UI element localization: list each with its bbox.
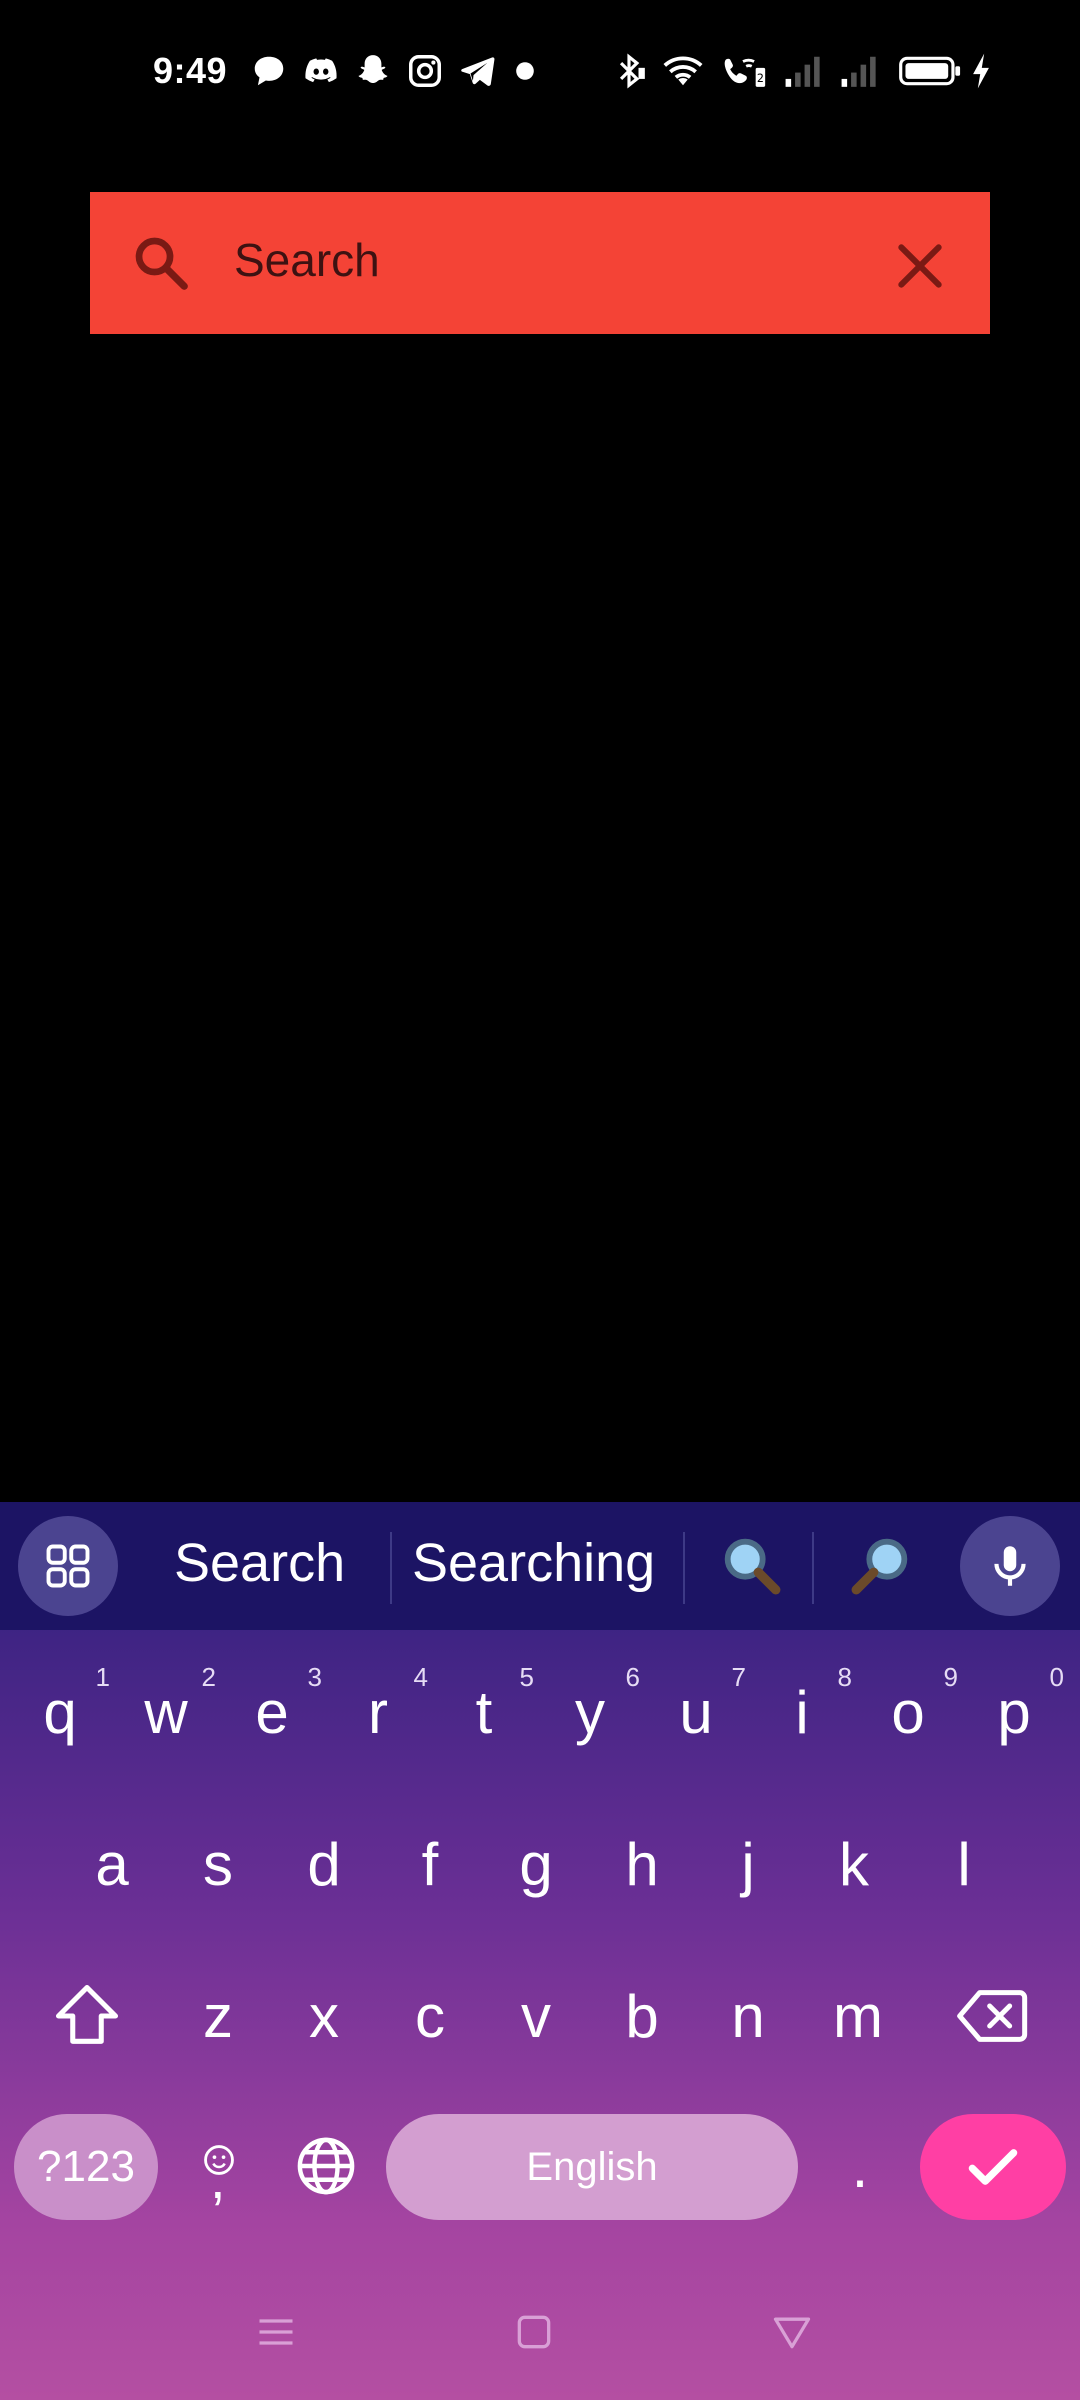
key-hint: 1 — [95, 1662, 110, 1692]
key-b[interactable]: b — [590, 1956, 694, 2076]
key-label: o — [891, 1678, 925, 1746]
voice-input-button[interactable] — [960, 1516, 1060, 1616]
close-icon[interactable] — [892, 238, 948, 294]
suggestion-divider — [812, 1532, 814, 1604]
key-i[interactable]: i8 — [750, 1652, 854, 1772]
key-x[interactable]: x — [272, 1956, 376, 2076]
suggestion-strip: Search Searching — [0, 1502, 1080, 1630]
key-label: p — [997, 1678, 1031, 1746]
key-k[interactable]: k — [802, 1804, 906, 1924]
checkmark-icon — [962, 2136, 1024, 2198]
svg-text:2: 2 — [757, 72, 764, 85]
space-bar[interactable]: English — [386, 2114, 798, 2220]
key-u[interactable]: u7 — [644, 1652, 748, 1772]
key-q[interactable]: q1 — [8, 1652, 112, 1772]
menu-icon[interactable] — [254, 2310, 298, 2354]
telegram-icon — [458, 52, 496, 90]
search-icon — [130, 232, 192, 294]
key-z[interactable]: z — [166, 1956, 270, 2076]
magnifier-left-icon[interactable] — [716, 1530, 786, 1600]
key-hint: 0 — [1049, 1662, 1064, 1692]
language-key[interactable] — [274, 2106, 378, 2226]
back-icon[interactable] — [770, 2310, 814, 2354]
key-label: r — [368, 1678, 388, 1746]
key-h[interactable]: h — [590, 1804, 694, 1924]
key-label: e — [255, 1678, 289, 1746]
key-hint: 4 — [413, 1662, 428, 1692]
search-input[interactable] — [232, 220, 852, 300]
key-c[interactable]: c — [378, 1956, 482, 2076]
key-label: i — [795, 1678, 809, 1746]
key-hint: 2 — [201, 1662, 216, 1692]
comma-label: , — [210, 2147, 226, 2210]
key-label: w — [144, 1678, 188, 1746]
wifi-calling-icon: 2 — [718, 52, 768, 90]
symbols-key[interactable]: ?123 — [14, 2114, 158, 2220]
snapchat-icon — [354, 52, 392, 90]
key-y[interactable]: y6 — [538, 1652, 642, 1772]
status-time: 9:49 — [153, 50, 228, 91]
key-d[interactable]: d — [272, 1804, 376, 1924]
discord-icon — [302, 52, 340, 90]
microphone-icon — [985, 1541, 1035, 1591]
emoji-comma-key[interactable]: , — [170, 2106, 266, 2226]
battery-icon — [896, 52, 964, 90]
key-v[interactable]: v — [484, 1956, 588, 2076]
key-hint: 9 — [943, 1662, 958, 1692]
charging-icon — [968, 52, 994, 90]
signal-sim1-icon — [780, 52, 826, 90]
key-r[interactable]: r4 — [326, 1652, 430, 1772]
key-hint: 3 — [307, 1662, 322, 1692]
key-n[interactable]: n — [696, 1956, 800, 2076]
key-p[interactable]: p0 — [962, 1652, 1066, 1772]
suggestion-divider — [390, 1532, 392, 1604]
shift-icon — [49, 1978, 125, 2054]
keyboard-apps-button[interactable] — [18, 1516, 118, 1616]
key-label: y — [575, 1678, 605, 1746]
home-icon[interactable] — [512, 2310, 556, 2354]
key-e[interactable]: e3 — [220, 1652, 324, 1772]
key-t[interactable]: t5 — [432, 1652, 536, 1772]
key-o[interactable]: o9 — [856, 1652, 960, 1772]
period-key[interactable]: . — [808, 2106, 912, 2226]
key-w[interactable]: w2 — [114, 1652, 218, 1772]
instagram-icon — [406, 52, 444, 90]
chat-bubble-icon — [250, 52, 288, 90]
suggestion-1[interactable]: Search — [174, 1532, 345, 1594]
soft-keyboard: Search Searching q1 w2 e3 r4 t5 y6 u7 i8… — [0, 1502, 1080, 2400]
key-m[interactable]: m — [806, 1956, 910, 2076]
shift-key[interactable] — [32, 1956, 142, 2076]
suggestion-2[interactable]: Searching — [412, 1532, 655, 1594]
bluetooth-icon — [610, 52, 648, 90]
magnifier-right-icon[interactable] — [846, 1530, 916, 1600]
grid-icon — [42, 1540, 94, 1592]
key-hint: 8 — [837, 1662, 852, 1692]
backspace-key[interactable] — [938, 1956, 1048, 2076]
key-g[interactable]: g — [484, 1804, 588, 1924]
backspace-icon — [953, 1976, 1033, 2056]
suggestion-divider — [683, 1532, 685, 1604]
key-l[interactable]: l — [912, 1804, 1016, 1924]
key-a[interactable]: a — [60, 1804, 164, 1924]
key-s[interactable]: s — [166, 1804, 270, 1924]
key-hint: 7 — [731, 1662, 746, 1692]
key-label: q — [43, 1678, 77, 1746]
key-label: u — [679, 1678, 713, 1746]
key-hint: 6 — [625, 1662, 640, 1692]
signal-sim2-icon — [836, 52, 882, 90]
key-hint: 5 — [519, 1662, 534, 1692]
wifi-icon — [660, 52, 706, 90]
key-j[interactable]: j — [696, 1804, 800, 1924]
done-key[interactable] — [920, 2114, 1066, 2220]
globe-icon — [293, 2133, 359, 2199]
key-f[interactable]: f — [378, 1804, 482, 1924]
dot-icon — [514, 60, 536, 82]
status-bar: 9:49 2 — [0, 0, 1080, 140]
key-label: t — [475, 1678, 493, 1746]
